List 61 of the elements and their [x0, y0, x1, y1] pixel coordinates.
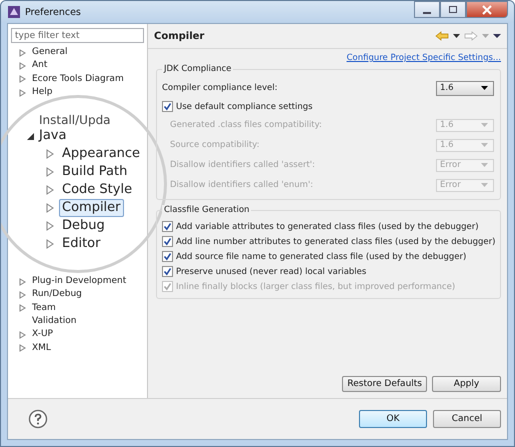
- app-icon: [7, 5, 21, 19]
- expand-arrow-icon[interactable]: [25, 131, 35, 142]
- minimize-icon: [423, 12, 431, 14]
- page-title: Compiler: [154, 30, 204, 42]
- caret-icon: [481, 183, 488, 187]
- maximize-icon: [448, 4, 458, 14]
- dialog-button[interactable]: OK: [359, 410, 427, 428]
- tree-item[interactable]: Ecore Tools Diagram: [32, 72, 124, 86]
- caret-icon: [481, 86, 488, 90]
- field-label: Disallow identifiers called 'assert':: [170, 160, 315, 170]
- tree-item[interactable]: Run/Debug: [32, 288, 82, 302]
- checkbox-label: Add line number attributes to generated class files (used by the debugger): [176, 236, 496, 246]
- tree-item[interactable]: Compiler: [59, 199, 124, 218]
- tree-item[interactable]: X-UP: [32, 328, 53, 342]
- field-label: Disallow identifiers called 'enum':: [170, 180, 314, 190]
- maximize-button[interactable]: [440, 1, 466, 18]
- tree-item[interactable]: Validation: [32, 315, 76, 328]
- tree-item[interactable]: Appearance: [59, 145, 144, 164]
- window-title: Preferences: [25, 6, 81, 18]
- tree-item[interactable]: Plug-in Development: [32, 275, 126, 288]
- caret-icon: [481, 163, 488, 167]
- dialog-button[interactable]: Cancel: [433, 410, 501, 428]
- checkbox-label: Use default compliance settings: [176, 102, 313, 112]
- tree-item[interactable]: Install/Upda: [39, 112, 111, 128]
- help-icon[interactable]: [28, 409, 48, 429]
- tree-item[interactable]: Debug: [59, 217, 108, 236]
- checkbox[interactable]: [162, 221, 173, 232]
- caret-icon: [481, 143, 488, 147]
- tree-item[interactable]: Team: [32, 302, 56, 316]
- field-label: Generated .class files compatibility:: [170, 120, 322, 130]
- close-icon: [482, 4, 492, 14]
- group-title: Classfile Generation: [162, 205, 252, 215]
- tree-item[interactable]: Help: [32, 86, 53, 100]
- compliance-dropdown[interactable]: 1.6: [436, 80, 494, 96]
- tree-item[interactable]: Editor: [59, 235, 104, 254]
- minimize-button[interactable]: [414, 1, 440, 18]
- caret-icon: [481, 123, 488, 127]
- tree-item[interactable]: Ant: [32, 59, 48, 73]
- group-title: JDK Compliance: [162, 64, 234, 74]
- filter-field[interactable]: type filter text: [11, 28, 144, 43]
- checkbox-label: Add variable attributes to generated class files (used by the debugger): [176, 222, 479, 232]
- tree-item[interactable]: Code Style: [59, 181, 136, 200]
- configure-settings-link[interactable]: Configure Project Specific Settings...: [346, 53, 501, 63]
- page-button[interactable]: Restore Defaults: [342, 376, 427, 392]
- tree-item[interactable]: XML: [32, 342, 51, 355]
- caret-icon[interactable]: [453, 34, 460, 38]
- close-button[interactable]: [466, 1, 508, 18]
- checkbox[interactable]: [162, 251, 173, 262]
- checkbox-label: Preserve unused (never read) local variables: [176, 266, 366, 276]
- tree-item[interactable]: Build Path: [59, 163, 130, 182]
- tree-item[interactable]: General: [32, 46, 68, 60]
- checkbox-label: Add source file name to generated class file (used by the debugger): [176, 252, 466, 262]
- checkbox-label: Inline finally blocks (larger class files, but improved performance): [176, 282, 456, 292]
- view-menu-icon[interactable]: [493, 34, 501, 38]
- checkbox[interactable]: [162, 266, 173, 277]
- page-button[interactable]: Apply: [432, 376, 501, 392]
- checkbox[interactable]: [162, 101, 173, 112]
- field-label: Compiler compliance level:: [162, 83, 278, 93]
- field-label: Source compatibility:: [170, 140, 260, 150]
- tree-item[interactable]: Java: [39, 128, 66, 144]
- checkbox[interactable]: [162, 236, 173, 247]
